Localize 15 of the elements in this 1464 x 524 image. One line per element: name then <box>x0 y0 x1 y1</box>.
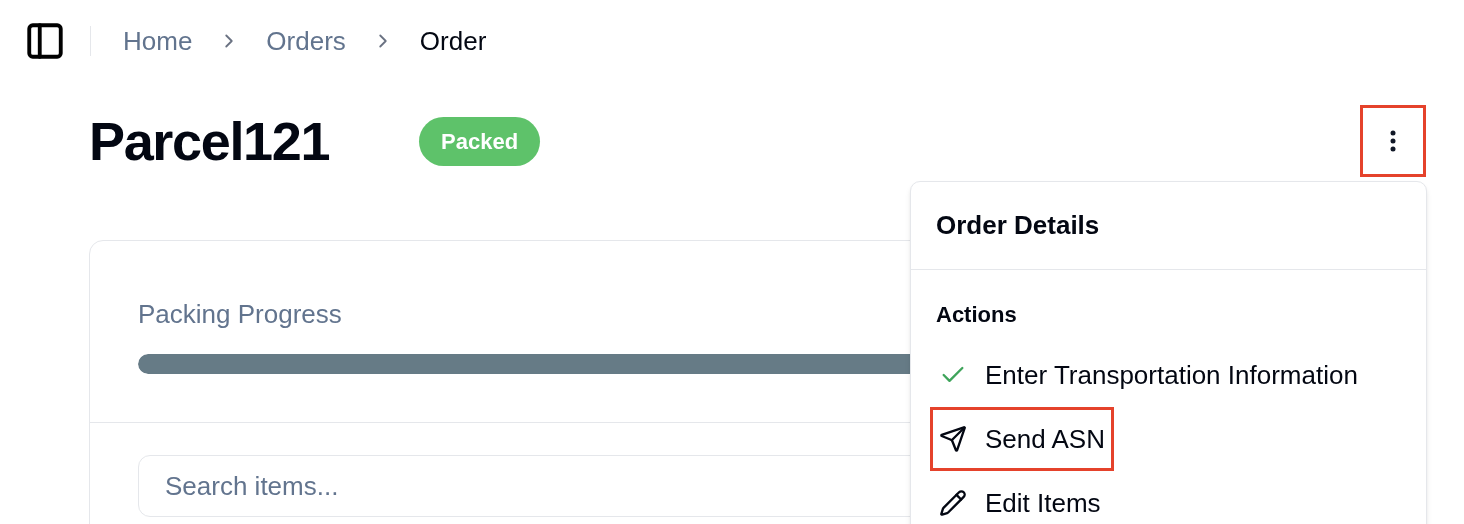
menu-item[interactable]: Send ASN <box>930 407 1114 471</box>
page-title: Parcel121 <box>89 109 330 173</box>
menu-section-label: Actions <box>936 301 1018 329</box>
progress-label: Packing Progress <box>138 298 342 331</box>
breadcrumb-link[interactable]: Home <box>123 21 193 61</box>
status-badge: Packed <box>419 116 541 166</box>
breadcrumb-link[interactable]: Orders <box>266 21 346 61</box>
breadcrumb-link[interactable]: Order <box>419 21 487 61</box>
more-options-button[interactable] <box>1360 105 1426 177</box>
sidebar-toggle-icon[interactable] <box>24 20 66 62</box>
menu-title: Order Details <box>936 209 1101 242</box>
menu-item[interactable]: Enter Transportation Information <box>930 343 1367 407</box>
pencil-icon <box>939 489 967 517</box>
paper-plane-icon <box>939 425 967 453</box>
more-options-icon <box>1390 130 1396 152</box>
